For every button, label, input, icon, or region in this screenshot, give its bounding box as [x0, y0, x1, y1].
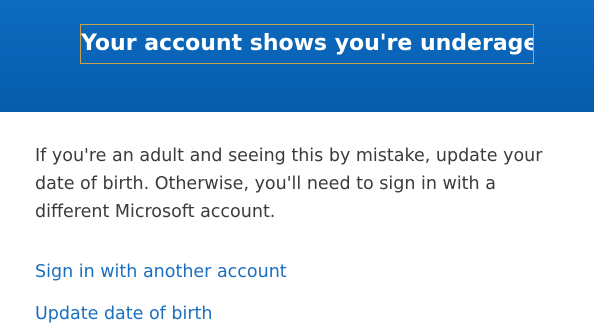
explanation-text: If you're an adult and seeing this by mi… [35, 146, 543, 222]
header-banner: Your account shows you're underage [0, 0, 594, 112]
underage-dialog: Your account shows you're underage If yo… [0, 0, 594, 329]
sign-in-another-account-link[interactable]: Sign in with another account [35, 260, 287, 284]
update-date-of-birth-link[interactable]: Update date of birth [35, 302, 213, 326]
page-title: Your account shows you're underage [80, 24, 534, 64]
